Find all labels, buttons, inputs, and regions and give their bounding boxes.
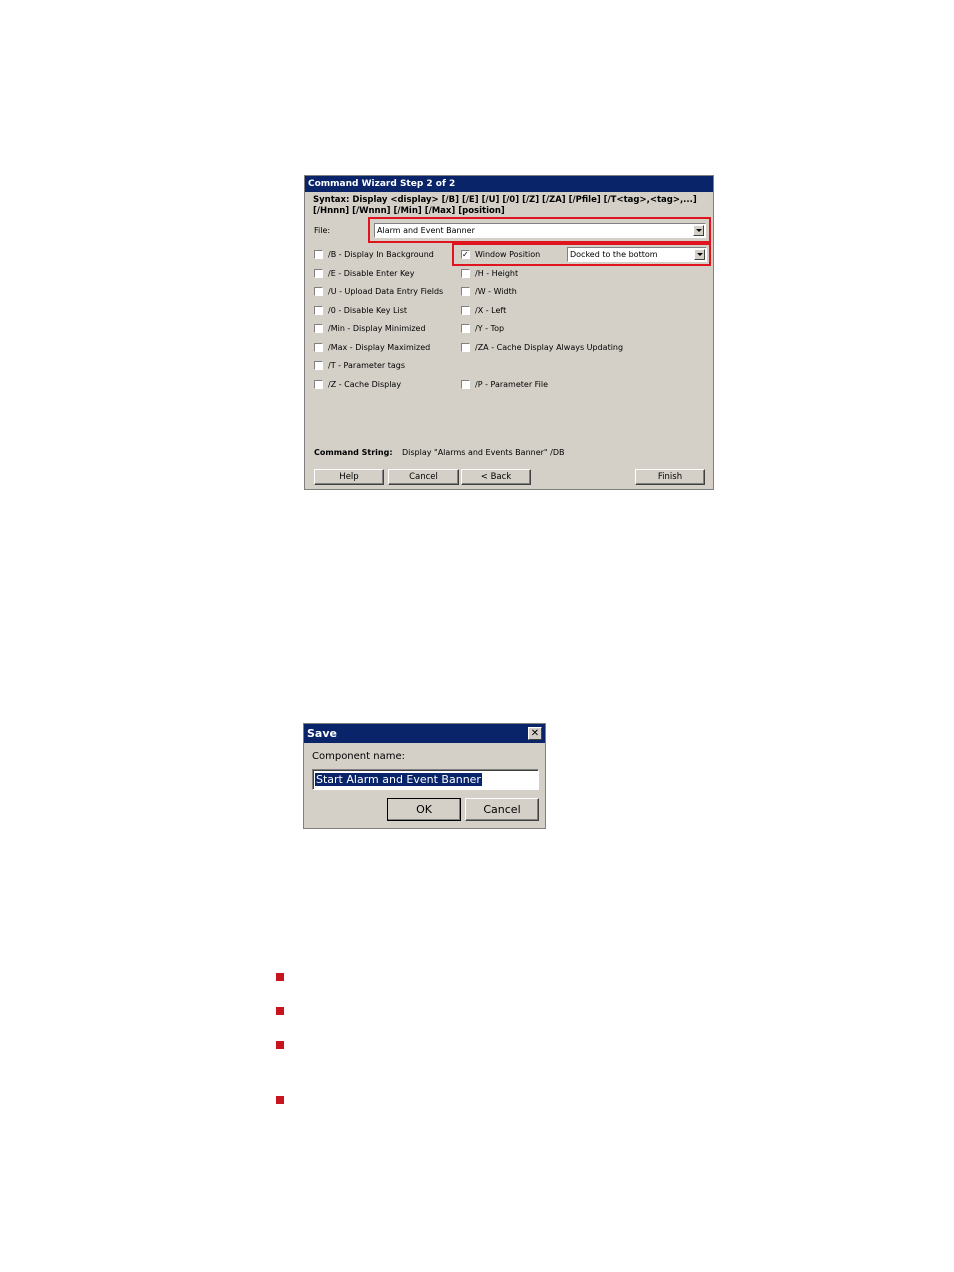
checkbox[interactable] <box>461 379 470 389</box>
checkbox[interactable] <box>461 342 470 352</box>
checkbox[interactable] <box>461 268 470 278</box>
cancel-button[interactable]: Cancel <box>388 469 459 485</box>
option-parameter-tags[interactable]: /T - Parameter tags <box>314 359 405 371</box>
option-parameter-file[interactable]: /P - Parameter File <box>461 378 548 390</box>
syntax-line-2: [/Hnnn] [/Wnnn] [/Min] [/Max] [position] <box>313 206 505 216</box>
checkbox[interactable] <box>314 305 323 315</box>
checkbox[interactable] <box>314 342 323 352</box>
checkbox[interactable] <box>461 323 470 333</box>
checkbox[interactable] <box>314 323 323 333</box>
bullet-marker <box>276 973 284 981</box>
option-disable-enter-key[interactable]: /E - Disable Enter Key <box>314 267 414 279</box>
option-display-minimized[interactable]: /Min - Display Minimized <box>314 322 426 334</box>
bullet-marker <box>276 1007 284 1015</box>
syntax-text: Syntax: Display <display> [/B] [/E] [/U]… <box>313 195 708 217</box>
checkbox[interactable] <box>314 379 323 389</box>
component-name-input[interactable]: Start Alarm and Event Banner <box>312 769 539 790</box>
command-wizard-dialog: Command Wizard Step 2 of 2 Syntax: Displ… <box>304 175 714 490</box>
command-string-value: Display "Alarms and Events Banner" /DB <box>402 448 565 457</box>
option-upload-data-entry[interactable]: /U - Upload Data Entry Fields <box>314 285 443 297</box>
wizard-title: Command Wizard Step 2 of 2 <box>305 176 713 192</box>
checkbox[interactable] <box>314 249 323 259</box>
syntax-line-1: Syntax: Display <display> [/B] [/E] [/U]… <box>313 195 697 205</box>
file-label: File: <box>314 226 331 235</box>
help-button[interactable]: Help <box>314 469 384 485</box>
save-title: Save <box>304 724 545 743</box>
option-display-maximized[interactable]: /Max - Display Maximized <box>314 341 430 353</box>
checkbox[interactable] <box>461 286 470 296</box>
option-disable-key-list[interactable]: /0 - Disable Key List <box>314 304 407 316</box>
option-top[interactable]: /Y - Top <box>461 322 504 334</box>
bullet-marker <box>276 1096 284 1104</box>
save-dialog: Save ✕ Component name: Start Alarm and E… <box>303 723 546 829</box>
component-name-label: Component name: <box>312 751 405 762</box>
bullet-marker <box>276 1041 284 1049</box>
option-cache-always-updating[interactable]: /ZA - Cache Display Always Updating <box>461 341 623 353</box>
finish-button[interactable]: Finish <box>635 469 705 485</box>
ok-button[interactable]: OK <box>387 798 461 821</box>
checkbox[interactable] <box>314 268 323 278</box>
option-cache-display[interactable]: /Z - Cache Display <box>314 378 401 390</box>
close-icon[interactable]: ✕ <box>528 727 542 740</box>
file-highlight-box <box>368 217 711 243</box>
checkbox[interactable] <box>314 286 323 296</box>
command-string-label: Command String: <box>314 448 393 457</box>
component-name-value: Start Alarm and Event Banner <box>315 773 482 786</box>
position-highlight-box <box>452 243 711 266</box>
back-button[interactable]: < Back <box>461 469 531 485</box>
option-height[interactable]: /H - Height <box>461 267 518 279</box>
checkbox[interactable] <box>461 305 470 315</box>
checkbox[interactable] <box>314 360 323 370</box>
option-left[interactable]: /X - Left <box>461 304 506 316</box>
cancel-button[interactable]: Cancel <box>465 798 539 821</box>
option-width[interactable]: /W - Width <box>461 285 517 297</box>
option-background[interactable]: /B - Display In Background <box>314 248 434 260</box>
